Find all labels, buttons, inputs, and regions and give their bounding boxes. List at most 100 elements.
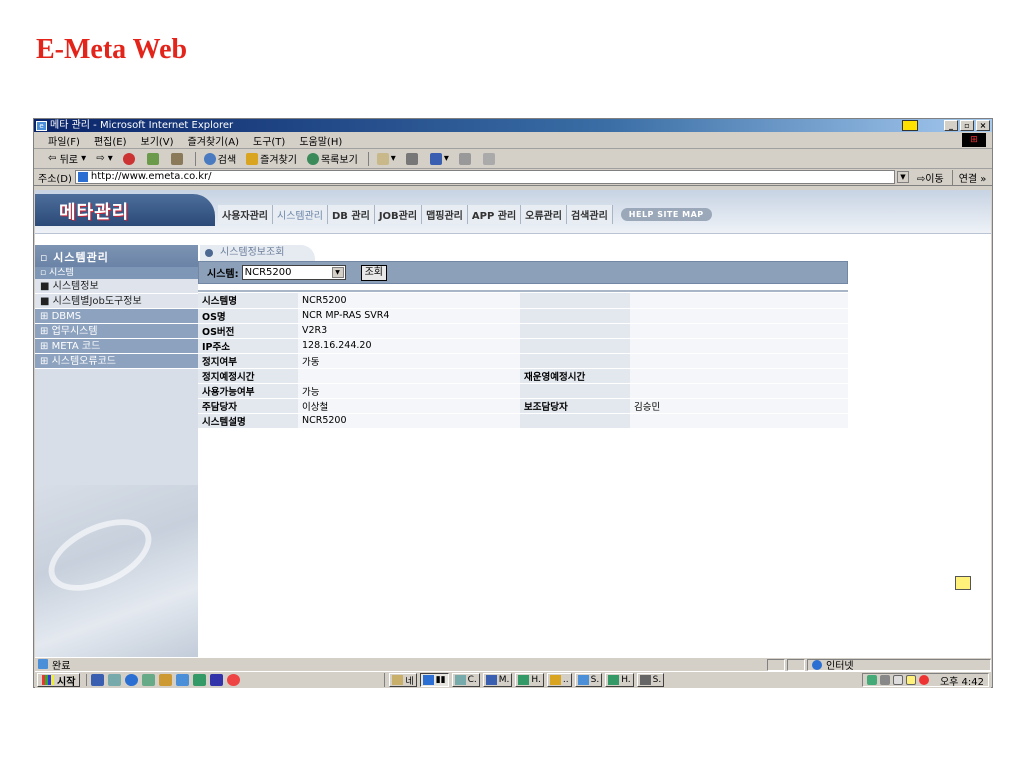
field-value: NCR MP-RAS SVR4 bbox=[298, 308, 520, 324]
nav-job[interactable]: JOB관리 bbox=[374, 205, 423, 224]
table-top-border bbox=[198, 290, 848, 292]
site-banner: 메타관리 사용자관리 시스템관리 DB 관리 JOB관리 맵핑관리 APP 관리… bbox=[35, 190, 991, 234]
address-bar: 주소(D) http://www.emeta.co.kr/ ▼ ⇨이동 연결 » bbox=[34, 169, 992, 186]
camera-icon bbox=[639, 675, 651, 685]
menu-edit[interactable]: 편집(E) bbox=[94, 133, 127, 148]
system-label: 시스템: bbox=[207, 269, 239, 280]
field-value bbox=[630, 338, 848, 354]
menu-file[interactable]: 파일(F) bbox=[48, 133, 80, 148]
stop-button[interactable] bbox=[122, 152, 137, 165]
links-button[interactable]: 연결 » bbox=[951, 169, 986, 185]
menu-help[interactable]: 도움말(H) bbox=[299, 133, 342, 148]
media-icon[interactable] bbox=[918, 675, 929, 685]
field-value: 김승민 bbox=[630, 398, 848, 414]
desktop-icon[interactable] bbox=[91, 674, 105, 686]
field-label bbox=[520, 293, 630, 309]
help-sitemap-button[interactable]: HELP SITE MAP bbox=[620, 208, 712, 221]
print-button[interactable] bbox=[405, 152, 420, 165]
ie-icon[interactable] bbox=[125, 674, 139, 686]
minimize-button[interactable]: _ bbox=[944, 120, 958, 131]
toolbar-separator bbox=[194, 151, 196, 166]
close-button[interactable]: × bbox=[976, 120, 990, 131]
menu-view[interactable]: 보기(V) bbox=[141, 133, 174, 148]
favorites-icon bbox=[246, 152, 259, 165]
sidebar-sub-label: 시스템 bbox=[48, 268, 74, 278]
nav-error[interactable]: 오류관리 bbox=[521, 205, 567, 224]
task-label: 네 bbox=[405, 676, 414, 687]
address-dropdown-icon[interactable]: ▼ bbox=[896, 171, 909, 183]
sidebar-header: ▫ 시스템관리 bbox=[35, 245, 198, 267]
task-button[interactable]: H. bbox=[515, 673, 544, 687]
notification-icon[interactable] bbox=[902, 120, 918, 131]
back-button[interactable]: ⇦ 뒤로 ▾ bbox=[48, 151, 86, 166]
sidebar-item-meta-code[interactable]: ⊞ META 코드 bbox=[35, 339, 198, 354]
slide-title: E-Meta Web bbox=[36, 34, 188, 65]
browser-icon[interactable] bbox=[176, 674, 190, 686]
task-button-active[interactable]: ▮▮ bbox=[419, 673, 449, 687]
system-select[interactable]: NCR5200 ▼ bbox=[241, 265, 346, 280]
pen-icon[interactable] bbox=[892, 675, 903, 685]
task-button[interactable]: S. bbox=[636, 673, 665, 687]
media-icon[interactable] bbox=[227, 674, 241, 686]
field-label: 정지예정시간 bbox=[198, 368, 298, 384]
sidebar-item-label: 시스템별Job도구정보 bbox=[52, 296, 142, 307]
task-button[interactable]: H. bbox=[605, 673, 634, 687]
messenger-button[interactable] bbox=[482, 152, 497, 165]
note-icon[interactable] bbox=[905, 675, 916, 685]
task-label: S. bbox=[652, 675, 662, 685]
query-button[interactable]: 조회 bbox=[360, 264, 388, 281]
task-button[interactable]: .. bbox=[546, 673, 572, 687]
sidebar-item-dbms[interactable]: ⊞ DBMS bbox=[35, 309, 198, 324]
favorites-button[interactable]: 즐겨찾기 bbox=[246, 151, 297, 166]
nav-db[interactable]: DB 관리 bbox=[328, 205, 375, 224]
web-page: 메타관리 사용자관리 시스템관리 DB 관리 JOB관리 맵핑관리 APP 관리… bbox=[35, 190, 991, 657]
sidebar-item-job-tools[interactable]: ■ 시스템별Job도구정보 bbox=[35, 294, 198, 309]
home-button[interactable] bbox=[170, 152, 185, 165]
site-logo[interactable]: 메타관리 bbox=[59, 198, 129, 224]
sidebar-item-business-system[interactable]: ⊞ 업무시스템 bbox=[35, 324, 198, 339]
history-button[interactable]: 목록보기 bbox=[306, 151, 358, 166]
app-icon[interactable] bbox=[159, 674, 173, 686]
sidebar-item-system-info[interactable]: ■ 시스템정보 bbox=[35, 279, 198, 294]
menu-tools[interactable]: 도구(T) bbox=[253, 133, 285, 148]
folder-icon bbox=[392, 675, 404, 685]
task-button[interactable]: M. bbox=[482, 673, 513, 687]
nav-mapping[interactable]: 맵핑관리 bbox=[422, 205, 468, 224]
refresh-button[interactable] bbox=[146, 152, 161, 165]
mail-button[interactable]: ▾ bbox=[376, 152, 396, 165]
field-label: IP주소 bbox=[198, 338, 298, 354]
start-button[interactable]: 시작 bbox=[37, 673, 81, 688]
forward-button[interactable]: ⇨ ▾ bbox=[96, 153, 113, 164]
search-button[interactable]: 검색 bbox=[203, 151, 236, 166]
task-label: M. bbox=[498, 675, 510, 685]
chart-icon[interactable] bbox=[193, 674, 207, 686]
field-value bbox=[298, 368, 520, 384]
restore-button[interactable]: ▫ bbox=[960, 120, 974, 131]
volume-icon[interactable] bbox=[879, 675, 890, 685]
discuss-button[interactable] bbox=[458, 152, 473, 165]
menu-favorites[interactable]: 즐겨찾기(A) bbox=[188, 133, 239, 148]
note-icon bbox=[549, 675, 561, 685]
explorer-icon[interactable] bbox=[108, 674, 122, 686]
field-value: 이상철 bbox=[298, 398, 520, 414]
field-value: NCR5200 bbox=[298, 413, 520, 429]
task-button[interactable]: S. bbox=[574, 673, 603, 687]
sticky-note-icon[interactable] bbox=[955, 576, 971, 590]
start-label: 시작 bbox=[57, 676, 76, 688]
task-button[interactable]: 네 bbox=[389, 673, 417, 687]
sidebar-item-error-code[interactable]: ⊞ 시스템오류코드 bbox=[35, 354, 198, 369]
nav-user[interactable]: 사용자관리 bbox=[218, 205, 273, 224]
nav-search[interactable]: 검색관리 bbox=[566, 205, 613, 224]
status-segment bbox=[767, 658, 785, 671]
status-segment bbox=[787, 658, 805, 671]
window-icon[interactable] bbox=[210, 674, 224, 686]
sidebar-sub-header[interactable]: ▫ 시스템 bbox=[35, 267, 198, 279]
outlook-icon[interactable] bbox=[142, 674, 156, 686]
go-button[interactable]: ⇨이동 bbox=[917, 170, 944, 185]
task-button[interactable]: C. bbox=[451, 673, 480, 687]
nav-app[interactable]: APP 관리 bbox=[467, 205, 522, 224]
network-icon[interactable] bbox=[866, 675, 877, 685]
edit-button[interactable]: ▾ bbox=[429, 152, 449, 165]
address-input[interactable]: http://www.emeta.co.kr/ bbox=[74, 170, 895, 184]
nav-system[interactable]: 시스템관리 bbox=[273, 205, 328, 224]
